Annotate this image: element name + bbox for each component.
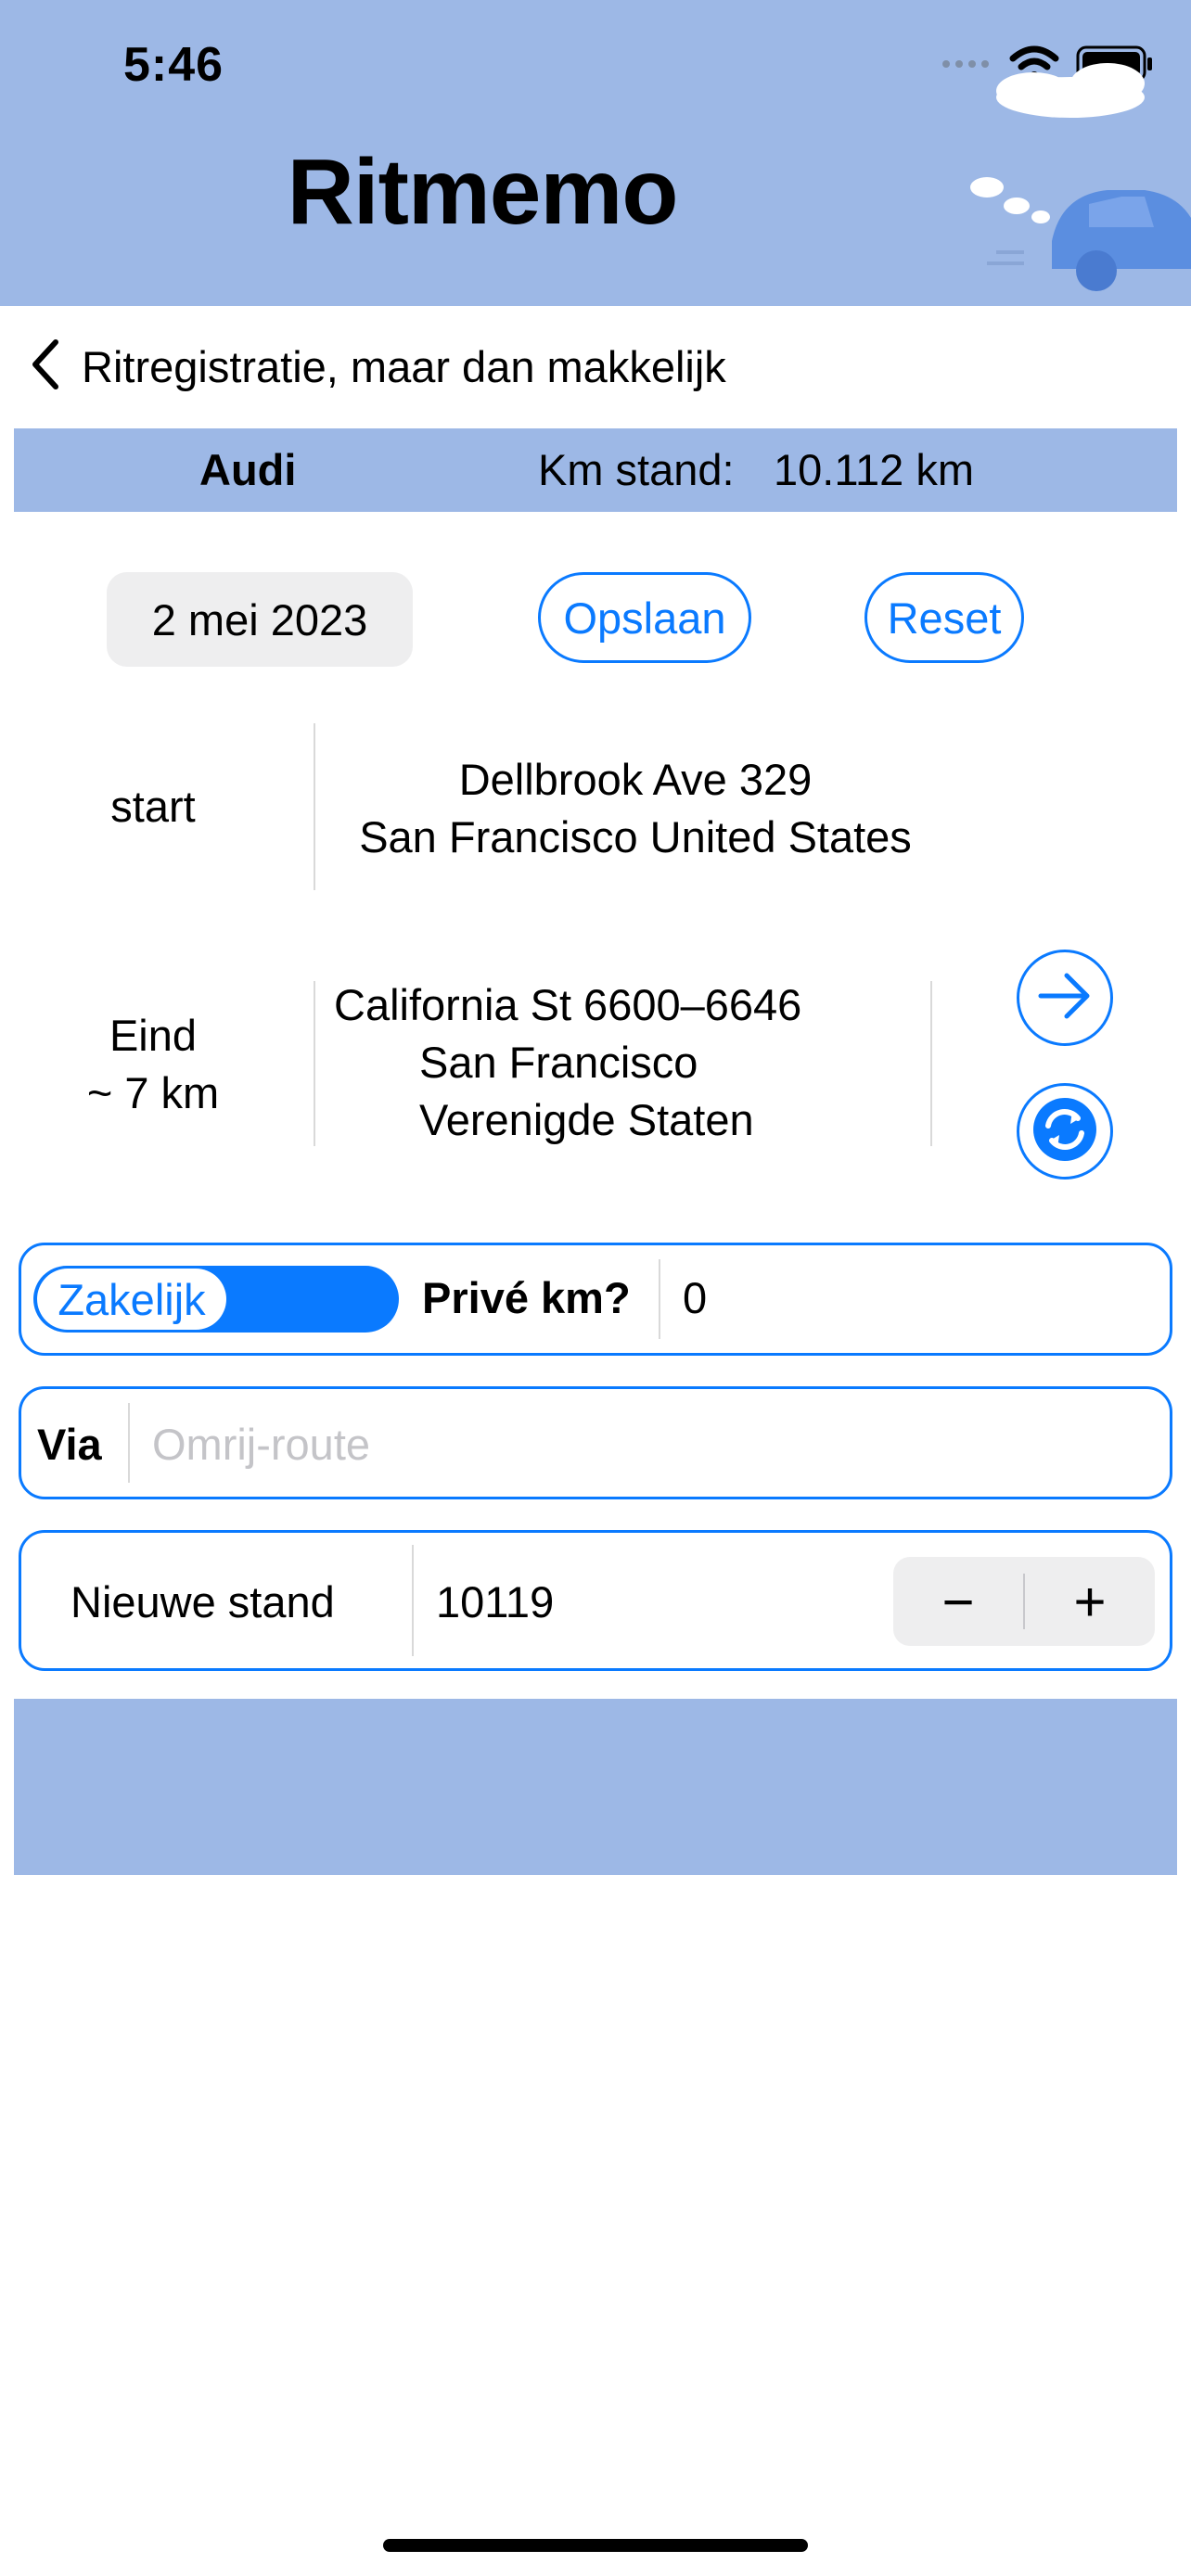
chevron-left-icon — [28, 337, 61, 397]
refresh-location-button[interactable] — [1017, 1083, 1113, 1180]
new-odometer-divider — [412, 1545, 414, 1656]
odometer-value: 10.112 km — [774, 445, 974, 494]
navigate-button[interactable] — [1017, 950, 1113, 1046]
vehicle-name: Audi — [199, 445, 297, 494]
refresh-icon — [1031, 1096, 1098, 1167]
end-divider-right — [930, 981, 932, 1146]
toggle-selected-business[interactable]: Zakelijk — [37, 1269, 226, 1330]
private-km-divider — [659, 1259, 660, 1339]
increment-button[interactable]: + — [1025, 1557, 1155, 1646]
end-address-line2: San Francisco — [419, 1038, 698, 1087]
start-address[interactable]: Dellbrook Ave 329 San Francisco United S… — [334, 751, 937, 866]
private-km-input[interactable]: 0 — [683, 1272, 707, 1323]
start-address-line1: Dellbrook Ave 329 — [458, 755, 813, 804]
private-km-label: Privé km? — [422, 1273, 631, 1322]
car-cloud-illustration — [959, 56, 1191, 306]
home-indicator[interactable] — [383, 2539, 808, 2552]
end-label: Eind — [109, 1011, 198, 1060]
new-odometer-input[interactable]: 10119 — [436, 1576, 554, 1627]
new-odometer-label: Nieuwe stand — [70, 1577, 335, 1626]
end-address-line1: California St 6600–6646 — [334, 980, 802, 1029]
end-divider-left — [314, 981, 315, 1146]
odometer-label: Km stand: — [538, 445, 735, 494]
start-address-line2: San Francisco United States — [359, 812, 912, 861]
end-label-block: Eind ~ 7 km — [56, 1007, 250, 1122]
app-title: Ritmemo — [287, 140, 679, 244]
via-input[interactable]: Omrij-route — [152, 1419, 1135, 1470]
end-address[interactable]: California St 6600–6646 San Francisco Ve… — [334, 976, 872, 1149]
status-time: 5:46 — [123, 38, 224, 92]
decrement-button[interactable]: − — [893, 1557, 1023, 1646]
bottom-banner — [14, 1699, 1177, 1875]
start-label: start — [110, 782, 196, 831]
date-picker-button[interactable]: 2 mei 2023 — [107, 572, 413, 667]
arrow-right-icon — [1035, 970, 1095, 1027]
start-divider — [314, 723, 315, 890]
via-divider — [128, 1403, 130, 1483]
end-address-line3: Verenigde Staten — [419, 1095, 754, 1144]
end-distance: ~ 7 km — [86, 1068, 220, 1117]
back-navigation[interactable]: Ritregistratie, maar dan makkelijk — [28, 329, 726, 403]
save-button[interactable]: Opslaan — [538, 572, 751, 663]
via-label: Via — [37, 1420, 102, 1469]
reset-button[interactable]: Reset — [864, 572, 1024, 663]
back-label: Ritregistratie, maar dan makkelijk — [82, 341, 726, 391]
